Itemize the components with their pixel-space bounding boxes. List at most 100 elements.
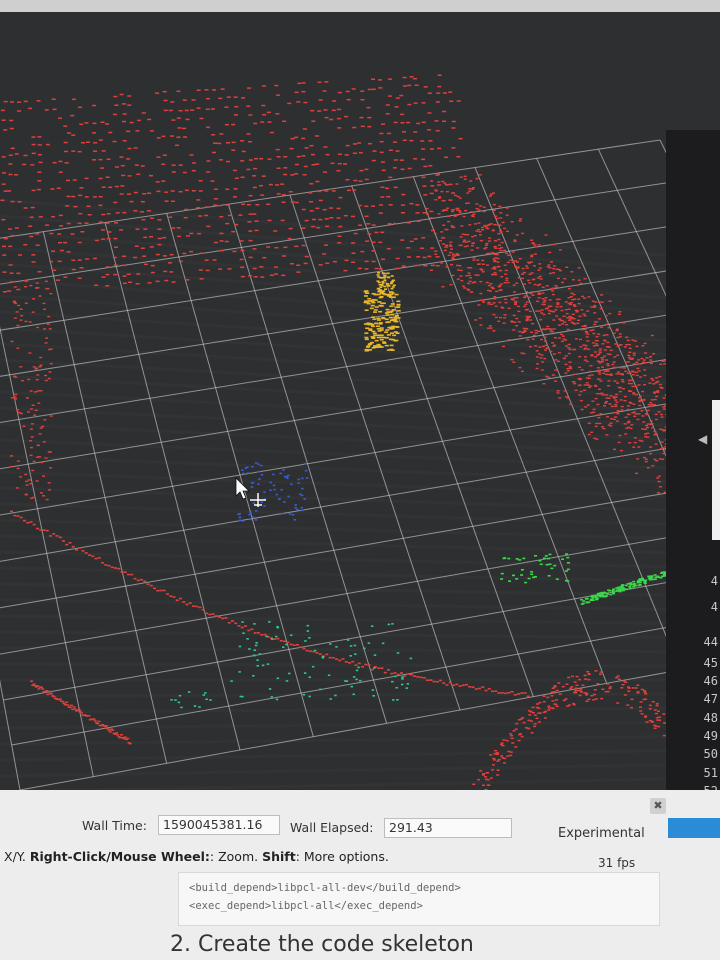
red-point (573, 373, 577, 376)
red-point (2, 245, 7, 248)
red-point (24, 302, 28, 304)
red-point (30, 497, 34, 499)
red-point (10, 397, 14, 399)
red-point (564, 363, 568, 366)
red-point (622, 367, 626, 369)
wall-time-field[interactable]: 1590045381.16 (158, 815, 280, 835)
red-point (281, 274, 286, 277)
red-point (659, 386, 663, 389)
red-point (514, 728, 518, 731)
red-point (10, 510, 13, 513)
close-icon[interactable]: ✖ (650, 798, 666, 814)
red-point (127, 175, 132, 177)
red-point (597, 371, 601, 373)
red-point (274, 246, 279, 249)
red-point (552, 319, 556, 321)
red-point (129, 200, 134, 203)
red-point (324, 190, 329, 192)
red-point (143, 580, 147, 583)
red-point (171, 119, 176, 121)
red-point (29, 521, 33, 523)
red-point (556, 360, 560, 363)
red-point (8, 264, 13, 266)
red-point (19, 319, 23, 321)
red-point (353, 232, 358, 235)
green-point (534, 554, 538, 557)
red-point (92, 159, 97, 161)
point-cloud-scene[interactable] (0, 0, 720, 790)
red-point (28, 352, 32, 354)
red-point (557, 337, 561, 339)
red-point (84, 177, 89, 180)
red-point (48, 371, 52, 373)
red-point (498, 301, 502, 304)
red-point (492, 759, 496, 761)
red-point (599, 380, 603, 382)
red-point (318, 199, 323, 202)
red-point (479, 268, 483, 270)
red-point (655, 395, 659, 398)
teal-point (355, 669, 359, 672)
red-point (497, 758, 501, 761)
red-point (430, 264, 435, 267)
red-point (9, 119, 14, 122)
yellow-point (366, 302, 371, 305)
red-point (549, 350, 553, 353)
red-point (48, 489, 52, 491)
green-point (550, 567, 554, 570)
red-point (101, 186, 106, 188)
red-point (91, 104, 96, 107)
red-point (605, 416, 609, 418)
red-point (422, 211, 427, 214)
red-point (661, 360, 665, 362)
red-point (407, 84, 412, 87)
red-point (113, 246, 118, 248)
red-point (31, 136, 36, 138)
scrollbar-track[interactable] (712, 400, 720, 540)
red-point (455, 183, 459, 185)
red-point (539, 328, 543, 331)
red-point (178, 260, 183, 263)
red-point (35, 378, 39, 381)
red-point (392, 141, 397, 143)
red-point (393, 186, 398, 189)
red-point (465, 275, 469, 277)
red-point (594, 343, 598, 345)
collapse-arrow-icon[interactable]: ◀ (698, 432, 707, 446)
red-point (164, 279, 169, 282)
red-point (367, 88, 372, 91)
red-point (652, 353, 656, 355)
red-point (217, 204, 222, 207)
red-point (140, 247, 145, 249)
red-point (276, 156, 281, 158)
red-point (241, 150, 246, 153)
red-point (57, 117, 62, 120)
red-point (458, 211, 462, 213)
red-point (44, 374, 48, 377)
red-point (533, 725, 537, 728)
red-point (524, 295, 528, 297)
blue-point (257, 463, 260, 465)
red-point (617, 313, 621, 316)
red-point (29, 440, 33, 442)
red-point (106, 213, 111, 215)
red-point (37, 180, 42, 182)
red-point (607, 327, 611, 329)
yellow-point (374, 306, 379, 308)
experimental-checkbox-label[interactable]: Experimental (558, 826, 645, 841)
red-point (478, 317, 482, 319)
red-point (638, 397, 642, 399)
red-point (524, 303, 528, 306)
red-point (171, 171, 176, 173)
red-point (486, 784, 490, 786)
red-point (380, 186, 385, 189)
teal-point (308, 695, 311, 698)
red-point (409, 202, 414, 205)
red-point (595, 438, 599, 440)
rviz-3d-viewport[interactable] (0, 0, 720, 790)
red-point (494, 690, 498, 692)
red-point (635, 345, 639, 348)
wall-elapsed-field[interactable]: 291.43 (384, 818, 512, 838)
red-point (13, 302, 17, 305)
red-point (36, 390, 40, 392)
